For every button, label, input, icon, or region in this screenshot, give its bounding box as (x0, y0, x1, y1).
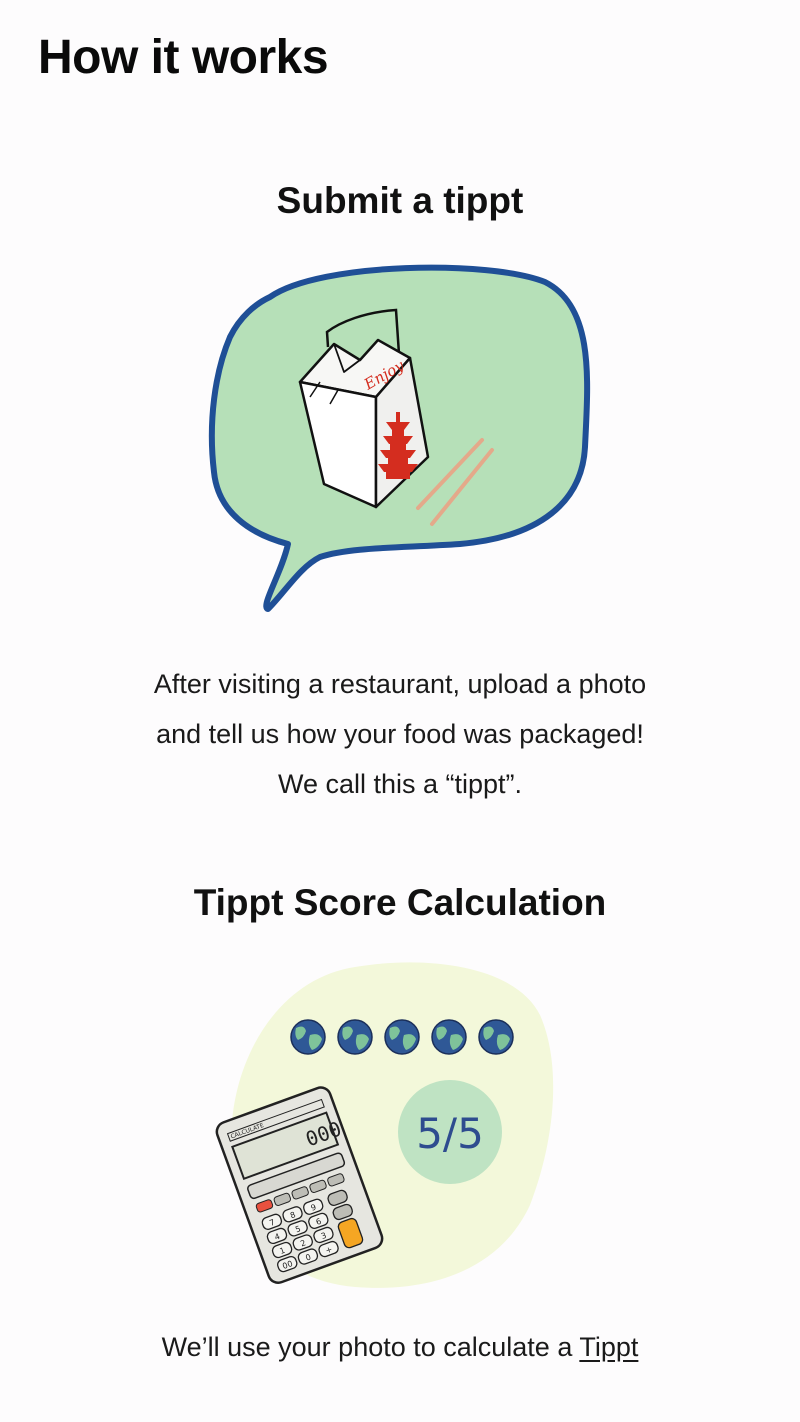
calculator-score-icon: 5/5 CALCULATE 000 789456123000+ (215, 962, 554, 1288)
earth-globe-icon (431, 1019, 467, 1055)
section-title-submit: Submit a tippt (276, 180, 524, 221)
score-text: 5/5 (416, 1109, 484, 1158)
section-title-score: Tippt Score Calculation (193, 882, 607, 923)
page-title: How it works (38, 31, 329, 84)
earth-globe-icon (478, 1019, 514, 1055)
description-line: After visiting a restaurant, upload a ph… (153, 669, 647, 699)
takeout-box-speech-bubble-icon: Enjoy (208, 264, 591, 612)
score-description: We’ll use your photo to calculate a Tipp… (0, 1322, 800, 1372)
tippt-link[interactable]: Tippt (579, 1332, 638, 1362)
description-line: We call this a “tippt”. (277, 769, 523, 799)
earth-globe-icon (337, 1019, 373, 1055)
earth-globe-icon (384, 1019, 420, 1055)
description-line: and tell us how your food was packaged! (156, 719, 644, 749)
earth-globe-icon (290, 1019, 326, 1055)
score-description-text: We’ll use your photo to calculate a (161, 1332, 580, 1362)
submit-description: After visiting a restaurant, upload a ph… (0, 659, 800, 809)
